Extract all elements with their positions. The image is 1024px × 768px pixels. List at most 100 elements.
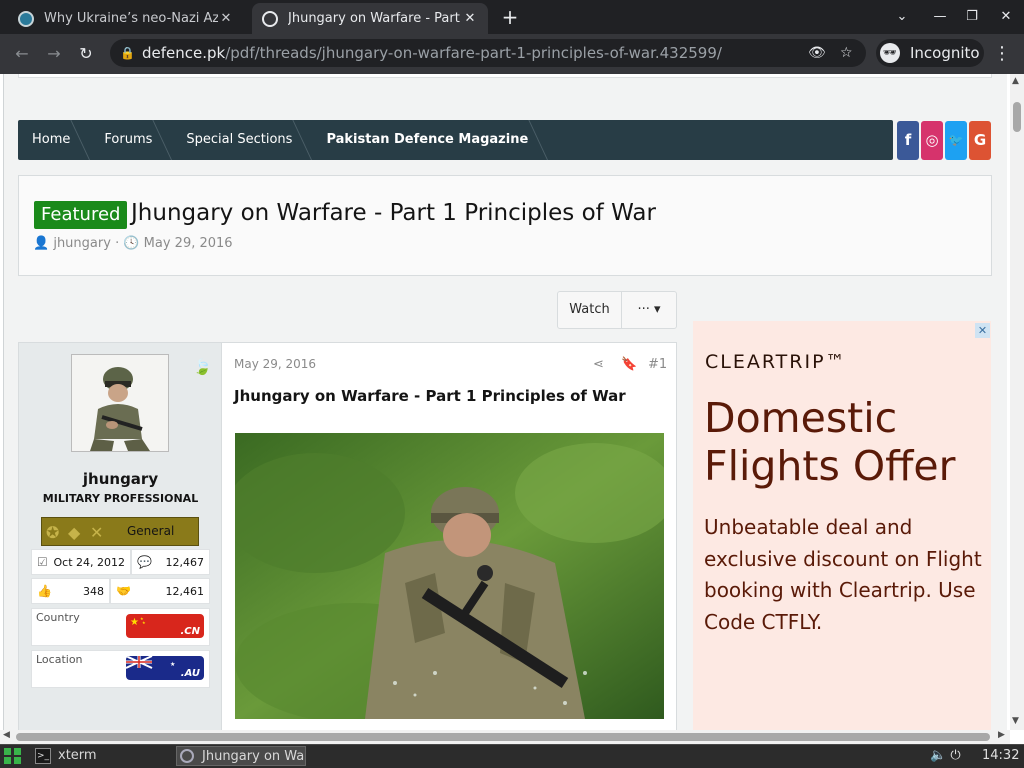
address-bar[interactable]: 🔒 defence.pk/pdf/threads/jhungary-on-warf… <box>110 39 866 67</box>
australia-flag-icon: ★ .AU <box>126 656 204 680</box>
taskbar-browser[interactable]: Jhungary on Wa <box>176 746 306 766</box>
tab-title: Jhungary on Warfare - Part <box>288 11 460 26</box>
instagram-icon[interactable]: ◎ <box>921 121 943 160</box>
bookmark-star-icon[interactable]: ☆ <box>840 39 853 67</box>
horizontal-scrollbar[interactable]: ◀ ▶ <box>0 730 1010 744</box>
user-title: MILITARY PROFESSIONAL <box>42 492 199 505</box>
ad-body: Unbeatable deal and exclusive discount o… <box>704 515 982 634</box>
globe-icon <box>262 10 278 27</box>
location-label: Location <box>36 653 83 666</box>
tab-search-chevron-icon[interactable]: ⌄ <box>892 8 912 26</box>
rank-diamond-icon: ◆ <box>68 523 81 542</box>
incognito-icon: 🕶 <box>880 43 900 63</box>
vertical-scrollbar[interactable]: ▲ ▼ <box>1010 74 1024 730</box>
breadcrumb-home[interactable]: Home <box>18 120 90 160</box>
clock-icon: 🕓 <box>123 236 140 251</box>
breadcrumb: Home Forums Special Sections Pakistan De… <box>18 120 893 160</box>
tab-title: Why Ukraine’s neo-Nazi Az <box>44 11 218 26</box>
scroll-right-arrow-icon[interactable]: ▶ <box>998 730 1005 740</box>
more-options-button[interactable]: ··· ▾ <box>622 292 676 328</box>
scroll-thumb[interactable] <box>1013 102 1021 132</box>
system-tray: 🔈 ⏻ <box>930 746 961 766</box>
volume-icon[interactable]: 🔈 <box>930 748 946 763</box>
thread-actions: Watch ··· ▾ <box>557 291 677 329</box>
messages-value: 12,467 <box>165 556 205 569</box>
site-favicon-icon <box>18 10 34 27</box>
post-date[interactable]: May 29, 2016 <box>234 357 316 371</box>
minimize-button[interactable]: — <box>930 8 950 26</box>
share-icon[interactable]: ⋖ <box>593 357 604 372</box>
url-path: /pdf/threads/jhungary-on-warfare-part-1-… <box>225 44 722 62</box>
watch-button[interactable]: Watch <box>558 292 622 328</box>
lock-icon: 🔒 <box>120 46 135 60</box>
grid-icon <box>4 748 21 764</box>
user-icon: 👤 <box>33 236 50 251</box>
forward-button[interactable]: → <box>42 42 66 66</box>
new-tab-button[interactable]: + <box>500 6 520 28</box>
calendar-icon: ☑ <box>37 555 48 569</box>
clock[interactable]: 14:32 <box>982 746 1019 766</box>
country-field: Country ★ ★ ★ .CN <box>31 608 210 646</box>
china-flag-icon: ★ ★ ★ .CN <box>126 614 204 638</box>
post-image[interactable] <box>235 433 664 719</box>
reactions-stat: 👍 348 <box>31 578 110 604</box>
breadcrumb-special-sections[interactable]: Special Sections <box>172 120 312 160</box>
browser-icon <box>180 749 194 763</box>
bookmark-icon[interactable]: 🔖 <box>621 357 637 372</box>
scroll-left-arrow-icon[interactable]: ◀ <box>3 730 10 740</box>
taskbar-xterm[interactable]: >_ xterm <box>32 746 172 766</box>
browser-menu-icon[interactable]: ⋮ <box>992 42 1012 66</box>
scroll-up-arrow-icon[interactable]: ▲ <box>1012 76 1019 86</box>
joined-stat: ☑ Oct 24, 2012 <box>31 549 131 575</box>
svg-text:★: ★ <box>170 661 175 668</box>
scroll-thumb[interactable] <box>16 733 990 741</box>
rank-banner: ✪ ◆ ✕ General <box>41 517 199 546</box>
country-code: .CN <box>180 626 200 637</box>
incognito-label: Incognito <box>910 44 980 62</box>
messages-stat: 💬 12,467 <box>131 549 210 575</box>
soldier-avatar-image <box>72 355 168 451</box>
username[interactable]: jhungary <box>19 470 222 488</box>
maximize-button[interactable]: ❐ <box>962 8 982 26</box>
incognito-indicator[interactable]: 🕶 Incognito <box>876 39 984 67</box>
thread-author[interactable]: jhungary <box>53 236 111 251</box>
tab-active[interactable]: Jhungary on Warfare - Part ✕ <box>252 3 488 34</box>
ad-brand: CLEARTRIP™ <box>705 351 847 373</box>
twitter-icon[interactable]: 🐦 <box>945 121 967 160</box>
more-label: ··· <box>637 302 650 317</box>
breadcrumb-pakistan-defence-magazine[interactable]: Pakistan Defence Magazine <box>312 120 548 160</box>
rank-label: General <box>127 524 175 538</box>
header-strip <box>18 74 992 78</box>
ad-headline[interactable]: Domestic Flights Offer <box>704 394 974 494</box>
close-tab-icon[interactable]: ✕ <box>462 11 478 26</box>
country-label: Country <box>36 611 80 624</box>
taskbar-browser-label: Jhungary on Wa <box>202 749 305 764</box>
close-window-button[interactable]: ✕ <box>996 8 1016 26</box>
comments-icon: 💬 <box>137 555 152 569</box>
close-tab-icon[interactable]: ✕ <box>218 11 234 26</box>
url-host: defence.pk <box>142 44 226 62</box>
facebook-icon[interactable]: f <box>897 121 919 160</box>
handshake-icon: 🤝 <box>116 584 131 598</box>
power-icon[interactable]: ⏻ <box>950 748 960 763</box>
reload-button[interactable]: ↻ <box>74 42 98 66</box>
soldier-photo <box>235 433 664 719</box>
google-icon[interactable]: G <box>969 121 991 160</box>
featured-badge: Featured <box>34 201 128 229</box>
tab-inactive[interactable]: Why Ukraine’s neo-Nazi Az ✕ <box>8 3 244 34</box>
meta-separator: · <box>115 236 120 251</box>
rank-crossed-swords-icon: ✕ <box>90 523 104 542</box>
taskbar-xterm-label: xterm <box>58 748 97 763</box>
app-menu-icon[interactable] <box>2 746 24 766</box>
breadcrumb-forums[interactable]: Forums <box>90 120 172 160</box>
terminal-icon: >_ <box>35 748 51 764</box>
post-title: Jhungary on Warfare - Part 1 Principles … <box>234 387 626 405</box>
back-button[interactable]: ← <box>10 42 34 66</box>
tracking-protection-icon[interactable]: 👁 <box>808 39 826 67</box>
scroll-down-arrow-icon[interactable]: ▼ <box>1012 716 1019 726</box>
thread-date[interactable]: May 29, 2016 <box>144 236 233 251</box>
post-number[interactable]: #1 <box>648 357 667 372</box>
ad-close-icon[interactable]: ✕ <box>975 323 990 338</box>
avatar[interactable] <box>71 354 169 452</box>
thumbs-up-icon: 👍 <box>37 584 52 598</box>
